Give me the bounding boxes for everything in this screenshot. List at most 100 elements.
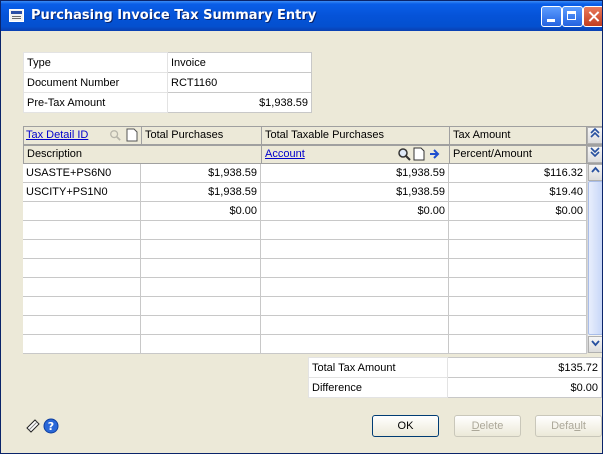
cell-tax-detail-id[interactable]: USCITY+PS1N0 <box>23 183 141 202</box>
cell-tax-detail-id[interactable] <box>23 278 141 297</box>
total-tax-amount-row: Total Tax Amount $135.72 <box>308 357 602 378</box>
default-button[interactable]: Default <box>535 415 602 437</box>
lookup-magnifier-icon[interactable] <box>397 147 411 161</box>
cell-total-taxable-purchases[interactable]: $0.00 <box>261 202 449 221</box>
cell-total-taxable-purchases[interactable] <box>261 297 449 316</box>
type-value: Invoice <box>167 52 312 73</box>
lookup-magnifier-icon[interactable] <box>109 128 121 142</box>
header-cell-description[interactable]: Description <box>24 146 262 163</box>
maximize-button[interactable] <box>562 6 583 27</box>
grid-vertical-scrollbar[interactable] <box>587 164 602 353</box>
pre-tax-amount-label: Pre-Tax Amount <box>23 92 168 113</box>
total-tax-amount-label: Total Tax Amount <box>308 357 448 378</box>
cell-total-purchases[interactable]: $0.00 <box>141 202 261 221</box>
header-cell-account: Account <box>262 146 450 163</box>
table-row[interactable]: $0.00 $0.00 $0.00 <box>23 202 587 221</box>
cell-total-taxable-purchases[interactable] <box>261 335 449 354</box>
cell-total-purchases[interactable]: $1,938.59 <box>141 164 261 183</box>
cell-tax-detail-id[interactable] <box>23 335 141 354</box>
delete-button[interactable]: Delete <box>454 415 521 437</box>
cell-tax-amount[interactable] <box>449 240 587 259</box>
total-tax-amount-value: $135.72 <box>446 357 602 378</box>
cell-total-purchases[interactable] <box>141 221 261 240</box>
cell-tax-amount[interactable]: $19.40 <box>449 183 587 202</box>
cell-tax-detail-id[interactable] <box>23 259 141 278</box>
cell-tax-detail-id[interactable] <box>23 297 141 316</box>
scroll-down-button[interactable] <box>588 336 602 353</box>
cell-total-purchases[interactable] <box>141 240 261 259</box>
cell-total-taxable-purchases[interactable] <box>261 240 449 259</box>
document-number-value: RCT1160 <box>167 72 312 93</box>
header-cell-total-taxable-purchases[interactable]: Total Taxable Purchases <box>262 127 450 144</box>
cell-total-purchases[interactable] <box>141 278 261 297</box>
table-row[interactable] <box>23 297 587 316</box>
table-row[interactable]: USASTE+PS6N0 $1,938.59 $1,938.59 $116.32 <box>23 164 587 183</box>
cell-total-taxable-purchases[interactable]: $1,938.59 <box>261 183 449 202</box>
field-row-type: Type Invoice <box>23 52 312 73</box>
cell-tax-amount[interactable] <box>449 335 587 354</box>
cell-total-purchases[interactable] <box>141 297 261 316</box>
help-icon[interactable]: ? <box>43 418 59 434</box>
cell-total-taxable-purchases[interactable]: $1,938.59 <box>261 164 449 183</box>
cell-tax-amount[interactable] <box>449 278 587 297</box>
title-bar[interactable]: Purchasing Invoice Tax Summary Entry <box>1 1 602 31</box>
difference-label: Difference <box>308 377 448 398</box>
cell-tax-amount[interactable] <box>449 316 587 335</box>
window-title: Purchasing Invoice Tax Summary Entry <box>31 8 317 23</box>
header-cell-tax-amount[interactable]: Tax Amount <box>450 127 587 144</box>
cell-tax-amount[interactable]: $0.00 <box>449 202 587 221</box>
tax-detail-grid: Tax Detail ID Total Purchases Total Taxa… <box>23 126 602 354</box>
chevron-up-icon <box>591 166 600 173</box>
cell-tax-amount[interactable]: $116.32 <box>449 164 587 183</box>
tax-detail-id-link[interactable]: Tax Detail ID <box>26 129 88 141</box>
chevron-down-icon <box>591 340 600 347</box>
expand-arrow-icon[interactable] <box>429 148 441 160</box>
document-header-fields: Type Invoice Document Number RCT1160 Pre… <box>23 52 312 113</box>
field-row-document-number: Document Number RCT1160 <box>23 72 312 93</box>
close-button[interactable] <box>583 6 602 27</box>
cell-total-purchases[interactable] <box>141 316 261 335</box>
delete-label-rest: elete <box>479 420 504 432</box>
totals-table: Total Tax Amount $135.72 Difference $0.0… <box>308 357 602 398</box>
table-row[interactable] <box>23 221 587 240</box>
table-row[interactable] <box>23 316 587 335</box>
header-cell-total-purchases[interactable]: Total Purchases <box>142 127 262 144</box>
cell-total-taxable-purchases[interactable] <box>261 259 449 278</box>
table-row[interactable]: USCITY+PS1N0 $1,938.59 $1,938.59 $19.40 <box>23 183 587 202</box>
window-app-icon <box>9 9 24 22</box>
header-cell-percent-amount[interactable]: Percent/Amount <box>450 146 587 163</box>
type-label: Type <box>23 52 168 73</box>
table-row[interactable] <box>23 240 587 259</box>
cell-tax-amount[interactable] <box>449 297 587 316</box>
grid-header-row-1: Tax Detail ID Total Purchases Total Taxa… <box>23 126 602 145</box>
cell-tax-detail-id[interactable] <box>23 316 141 335</box>
new-document-icon[interactable] <box>126 128 138 142</box>
expand-rows-button[interactable] <box>587 146 602 163</box>
minimize-button[interactable] <box>541 6 562 27</box>
cell-total-taxable-purchases[interactable] <box>261 221 449 240</box>
note-icon[interactable] <box>25 418 41 434</box>
account-link[interactable]: Account <box>265 148 305 160</box>
table-row[interactable] <box>23 335 587 354</box>
cell-total-purchases[interactable] <box>141 335 261 354</box>
field-row-pre-tax-amount: Pre-Tax Amount $1,938.59 <box>23 92 312 113</box>
cell-tax-detail-id[interactable] <box>23 221 141 240</box>
cell-tax-detail-id[interactable] <box>23 240 141 259</box>
cell-tax-amount[interactable] <box>449 259 587 278</box>
cell-total-taxable-purchases[interactable] <box>261 316 449 335</box>
cell-tax-amount[interactable] <box>449 221 587 240</box>
collapse-rows-button[interactable] <box>587 127 602 144</box>
cell-total-purchases[interactable]: $1,938.59 <box>141 183 261 202</box>
cell-total-taxable-purchases[interactable] <box>261 278 449 297</box>
scrollbar-thumb[interactable] <box>588 181 602 335</box>
table-row[interactable] <box>23 259 587 278</box>
cell-tax-detail-id[interactable] <box>23 202 141 221</box>
cell-total-purchases[interactable] <box>141 259 261 278</box>
cell-tax-detail-id[interactable]: USASTE+PS6N0 <box>23 164 141 183</box>
new-document-icon[interactable] <box>413 147 425 161</box>
default-label-rest: lt <box>580 420 586 432</box>
scroll-up-button[interactable] <box>588 164 602 181</box>
default-label-prefix: Defa <box>551 420 575 432</box>
table-row[interactable] <box>23 278 587 297</box>
ok-button[interactable]: OK <box>372 415 439 437</box>
